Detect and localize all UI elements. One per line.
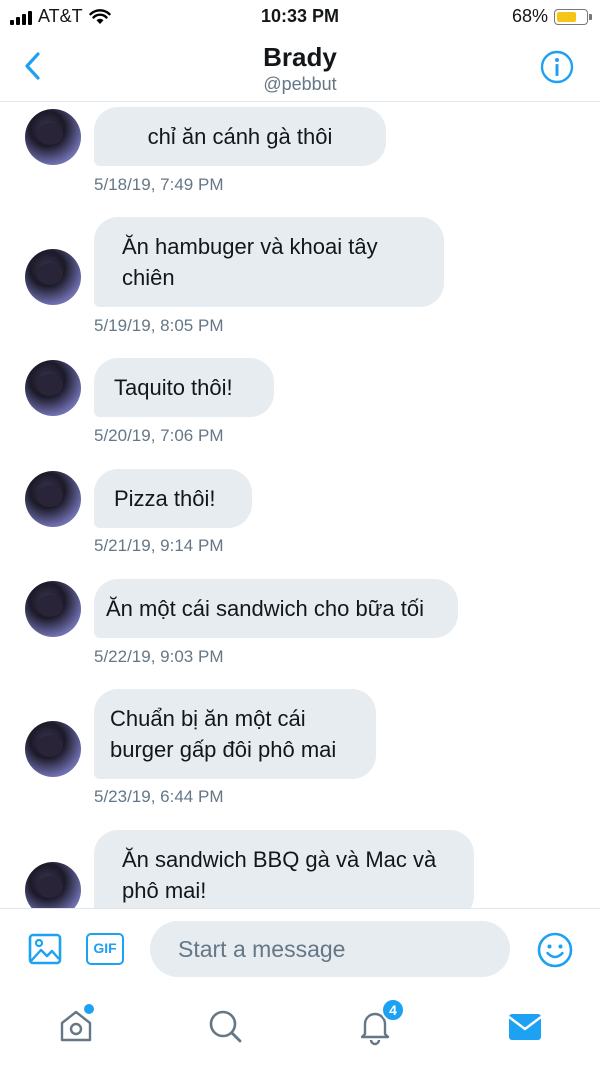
clock: 10:33 PM xyxy=(260,6,340,26)
avatar[interactable] xyxy=(25,471,81,527)
message-timestamp: 5/20/19, 7:06 PM xyxy=(94,426,224,445)
tab-home[interactable] xyxy=(56,1004,96,1046)
message-bubble[interactable]: Ăn hambuger và khoai tây chiên xyxy=(94,217,444,307)
tab-search[interactable] xyxy=(205,1006,245,1046)
message-bubble[interactable]: Ăn sandwich BBQ gà và Mac và phô mai! xyxy=(94,830,474,908)
notification-count-badge: 4 xyxy=(381,998,405,1022)
tab-bar: 4 xyxy=(0,990,600,1067)
message-timestamp: 5/21/19, 9:14 PM xyxy=(94,536,224,555)
mail-icon xyxy=(508,1014,542,1040)
status-bar: AT&T 10:33 PM 68% xyxy=(0,0,600,34)
avatar[interactable] xyxy=(25,721,81,777)
message-timestamp: 5/18/19, 7:49 PM xyxy=(94,175,224,194)
message-timestamp: 5/23/19, 6:44 PM xyxy=(94,787,224,806)
avatar[interactable] xyxy=(25,862,81,908)
message-bubble[interactable]: Pizza thôi! xyxy=(94,469,252,528)
avatar[interactable] xyxy=(25,360,81,416)
tab-messages[interactable] xyxy=(505,1006,545,1046)
new-content-dot xyxy=(84,1004,94,1014)
message-bubble[interactable]: Ăn một cái sandwich cho bữa tối xyxy=(94,579,458,638)
search-icon xyxy=(209,1010,242,1043)
message-input[interactable] xyxy=(150,921,510,977)
battery-percent: 68% xyxy=(511,6,548,26)
avatar[interactable] xyxy=(25,249,81,305)
info-icon[interactable] xyxy=(540,50,574,84)
tab-notifications[interactable]: 4 xyxy=(355,998,405,1046)
message-bubble[interactable]: Chuẩn bị ăn một cái burger gấp đôi phô m… xyxy=(94,689,376,779)
message-bubble[interactable]: chỉ ăn cánh gà thôi xyxy=(94,107,386,166)
message-timestamp: 5/22/19, 9:03 PM xyxy=(94,647,224,666)
image-icon[interactable] xyxy=(27,931,63,967)
avatar[interactable] xyxy=(25,581,81,637)
avatar[interactable] xyxy=(25,109,81,165)
battery-group: 68% xyxy=(511,6,592,27)
emoji-icon[interactable] xyxy=(536,931,574,969)
message-composer: GIF xyxy=(0,908,600,990)
contact-name[interactable]: Brady xyxy=(0,42,600,73)
message-list[interactable]: chỉ ăn cánh gà thôi 5/18/19, 7:49 PM Ăn … xyxy=(0,103,600,908)
battery-icon xyxy=(554,8,592,25)
battery-fill xyxy=(557,11,577,22)
contact-handle[interactable]: @pebbut xyxy=(0,74,600,95)
conversation-header: Brady @pebbut xyxy=(0,34,600,102)
message-bubble[interactable]: Taquito thôi! xyxy=(94,358,274,417)
gif-button[interactable]: GIF xyxy=(86,933,124,965)
message-timestamp: 5/19/19, 8:05 PM xyxy=(94,316,224,335)
